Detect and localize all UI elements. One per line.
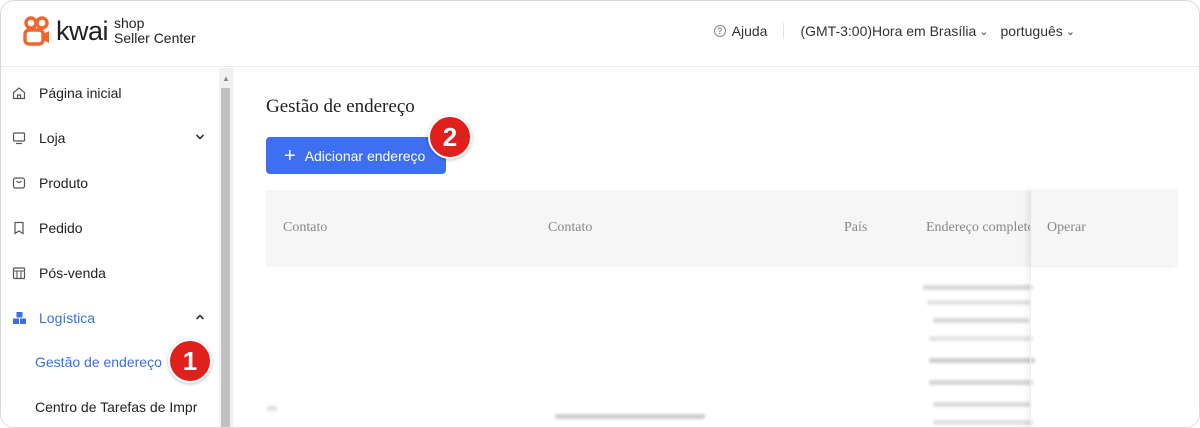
sidebar-subitem-label: Gestão de endereço [35,354,162,370]
sticky-operar-column-header: Operar [1030,190,1178,267]
chevron-down-icon: ⌄ [979,25,989,38]
sidebar-item-label: Produto [39,175,89,191]
sidebar-item-pedido[interactable]: Pedido [1,206,219,250]
app-window: kwai shop Seller Center ? Ajuda (GMT-3:0… [0,0,1200,428]
timezone-dropdown[interactable]: (GMT-3:00)Hora em Brasília ⌄ [800,23,988,39]
sidebar-item-label: Pós-venda [39,265,106,281]
sidebar-item-home[interactable]: Página inicial [1,71,219,115]
box-icon [11,265,27,281]
help-link[interactable]: ? Ajuda [713,23,768,39]
sidebar-item-label: Logística [39,310,96,326]
sidebar-item-logistica[interactable]: Logística [1,296,219,340]
logistics-icon [11,310,27,326]
column-header-operar: Operar [1047,220,1086,235]
page-title: Gestão de endereço [266,96,415,117]
header-actions: ? Ajuda (GMT-3:00)Hora em Brasília ⌄ por… [713,23,1076,39]
language-dropdown[interactable]: português ⌄ [1001,23,1076,39]
timezone-label: (GMT-3:00)Hora em Brasília [800,23,977,39]
main-content: Gestão de endereço + Adicionar endereço … [233,68,1199,427]
plus-icon: + [284,144,296,167]
header-divider [783,23,785,39]
logo-sub-top: shop [114,15,145,31]
bookmark-icon [11,220,27,236]
monitor-icon [11,130,27,146]
bag-icon [11,175,27,191]
home-icon [11,85,27,101]
sidebar-subitem-centro-tarefas[interactable]: Centro de Tarefas de Impr [1,387,219,427]
sidebar-item-label: Página inicial [39,85,122,101]
column-header-contato-2: Contato [548,220,593,235]
scrollbar-thumb[interactable] [221,88,230,427]
language-label: português [1000,23,1063,39]
sidebar-item-label: Pedido [39,220,83,236]
column-header-contato: Contato [283,220,328,235]
add-address-label: Adicionar endereço [304,147,426,164]
add-address-button[interactable]: + Adicionar endereço [266,137,446,174]
logo-word: kwai [56,16,109,46]
logo-subtitle: shop Seller Center [114,16,196,46]
step-2-marker: 2 [428,115,472,159]
kwai-shop-logo[interactable]: kwai shop Seller Center [23,16,196,46]
sticky-operar-column-body [1030,267,1178,427]
scroll-up-arrow-icon[interactable]: ▲ [222,74,230,83]
help-circle-icon: ? [713,25,726,37]
sidebar-scrollbar[interactable]: ▲ [219,68,232,427]
sidebar-item-loja[interactable]: Loja [1,116,219,160]
logo-sub-bottom: Seller Center [114,30,196,46]
chevron-down-icon [195,132,205,144]
chevron-up-icon [195,312,205,324]
help-label: Ajuda [731,23,768,39]
step-1-marker: 1 [168,339,212,383]
top-header: kwai shop Seller Center ? Ajuda (GMT-3:0… [1,1,1199,67]
chevron-down-icon: ⌄ [1065,25,1075,38]
address-table-header: Contato Contato País Endereço completo O… [266,190,1178,267]
sidebar-item-label: Loja [39,130,66,146]
sidebar-item-produto[interactable]: Produto [1,161,219,205]
kwai-logo-icon [23,16,51,46]
column-header-endereco-completo: Endereço completo [926,220,1030,235]
column-header-pais: País [844,220,868,235]
sidebar-subitem-label: Centro de Tarefas de Impr [35,399,198,415]
sidebar-item-pos-venda[interactable]: Pós-venda [1,251,219,295]
